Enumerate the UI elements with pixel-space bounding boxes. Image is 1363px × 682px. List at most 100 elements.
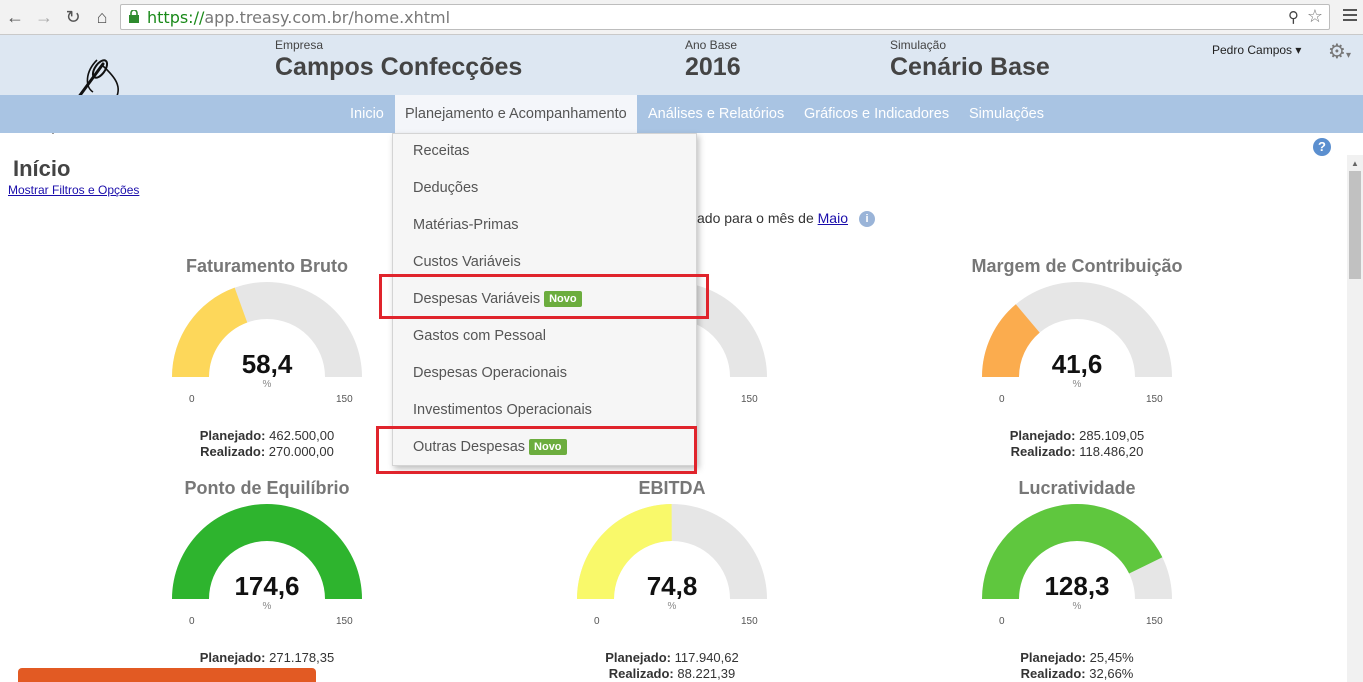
- gauge-max: 150: [1146, 394, 1163, 405]
- gauge-min: 0: [594, 616, 600, 627]
- month-link[interactable]: Maio: [818, 210, 848, 226]
- dropdown-item[interactable]: Gastos com Pessoal: [413, 328, 546, 344]
- url-path: app.treasy.com.br/home.xhtml: [204, 8, 451, 27]
- actual-label: Realizado:: [608, 666, 674, 681]
- gauge-value: 174,6: [234, 571, 300, 601]
- dropdown-item-label: Investimentos Operacionais: [413, 402, 592, 418]
- gauge-max: 150: [1146, 616, 1163, 627]
- gauge-unit: %: [1072, 601, 1082, 612]
- planned-value: 271.178,35: [269, 650, 335, 665]
- gauge-card[interactable]: Margem de Contribuição 41,6% 0 150 Planejado…: [947, 256, 1207, 459]
- planned-row: Planejado: 25,45%: [947, 650, 1207, 665]
- scroll-up-icon[interactable]: ▲: [1351, 159, 1359, 168]
- main-menu: Inicio Planejamento e Acompanhamento Aná…: [0, 95, 1363, 133]
- actual-label: Realizado:: [1020, 666, 1086, 681]
- reload-icon[interactable]: ↻: [63, 7, 83, 27]
- planned-value: 285.109,05: [1079, 428, 1145, 443]
- gear-icon[interactable]: ⚙▾: [1328, 39, 1351, 64]
- info-line: ado para o mês de Maio: [697, 210, 848, 226]
- planned-label: Planejado:: [1009, 428, 1076, 443]
- planned-row: Planejado: 462.500,00: [137, 428, 397, 443]
- user-name: Pedro Campos: [1212, 43, 1293, 57]
- gauge-title: Ponto de Equilíbrio: [184, 478, 350, 498]
- dropdown-item[interactable]: Custos Variáveis: [413, 254, 521, 270]
- gauge-value: 74,8: [646, 571, 698, 601]
- gauge-value: 41,6: [1051, 349, 1103, 379]
- lock-icon: [129, 10, 139, 23]
- forward-arrow-icon[interactable]: →: [34, 7, 54, 27]
- page-title: Início: [13, 156, 71, 181]
- dropdown-item[interactable]: Deduções: [413, 180, 478, 196]
- url-scheme: https://: [147, 8, 205, 27]
- planned-label: Planejado:: [1020, 650, 1087, 665]
- gauge-max: 150: [741, 616, 758, 627]
- app-header: Empresa Campos Confecções Ano Base 2016 …: [0, 35, 1363, 95]
- menu-planejamento[interactable]: Planejamento e Acompanhamento: [395, 95, 637, 133]
- dropdown-item-label: Receitas: [413, 143, 470, 159]
- highlight-box-despesas-variaveis: [379, 274, 709, 319]
- browser-toolbar: ← → ↻ ⌂ https://app.treasy.com.br/home.x…: [0, 0, 1363, 35]
- help-icon[interactable]: ?: [1313, 138, 1331, 156]
- gauge-card[interactable]: Lucratividade 128,3% 0 150 Planejado: 25,45%…: [947, 478, 1207, 681]
- home-icon[interactable]: ⌂: [92, 7, 112, 27]
- planned-value: 462.500,00: [269, 428, 335, 443]
- url-text: https://app.treasy.com.br/home.xhtml: [147, 8, 450, 27]
- key-icon[interactable]: ⚲: [1288, 8, 1299, 26]
- gauge-min: 0: [189, 394, 195, 405]
- menu-simulacoes[interactable]: Simulações: [959, 95, 1054, 133]
- actual-value: 32,66%: [1089, 666, 1134, 681]
- actual-row: Realizado: 118.486,20: [947, 444, 1207, 459]
- gauge-min: 0: [999, 616, 1005, 627]
- gauge-unit: %: [262, 601, 272, 612]
- gauge-title: Margem de Contribuição: [971, 256, 1183, 276]
- planned-label: Planejado:: [199, 428, 266, 443]
- actual-row: Realizado: 88.221,39: [542, 666, 802, 681]
- planned-row: Planejado: 285.109,05: [947, 428, 1207, 443]
- bookmark-star-icon[interactable]: ☆: [1307, 6, 1323, 27]
- simulation-label: Simulação: [890, 38, 947, 52]
- planned-value: 117.940,62: [674, 650, 739, 665]
- dropdown-item-label: Deduções: [413, 180, 479, 196]
- gauge-title: Lucratividade: [1018, 478, 1136, 498]
- dropdown-item[interactable]: Matérias-Primas: [413, 217, 519, 233]
- gauge-unit: %: [1072, 379, 1082, 390]
- menu-graficos[interactable]: Gráficos e Indicadores: [794, 95, 959, 133]
- highlight-box-outras-despesas: [376, 426, 697, 474]
- address-bar[interactable]: https://app.treasy.com.br/home.xhtml ⚲ ☆: [120, 4, 1330, 30]
- actual-value: 270.000,00: [268, 444, 334, 459]
- menu-analises[interactable]: Análises e Relatórios: [638, 95, 794, 133]
- year-label: Ano Base: [685, 38, 738, 52]
- actual-row: Realizado: 32,66%: [947, 666, 1207, 681]
- vertical-scrollbar[interactable]: ▲: [1347, 155, 1363, 682]
- gauge-card[interactable]: Faturamento Bruto 58,4% 0 150 Planejado: 462…: [137, 256, 397, 459]
- gauge-max: 150: [741, 394, 758, 405]
- user-menu[interactable]: Pedro Campos ▾: [1212, 43, 1301, 57]
- dropdown-item[interactable]: Despesas Operacionais: [413, 365, 567, 381]
- gauge-unit: %: [667, 601, 677, 612]
- back-arrow-icon[interactable]: ←: [5, 7, 25, 27]
- planned-value: 25,45%: [1089, 650, 1134, 665]
- browser-menu-icon[interactable]: [1343, 9, 1357, 24]
- base-year[interactable]: 2016: [685, 53, 741, 82]
- menu-inicio[interactable]: Inicio: [340, 95, 394, 133]
- gauge-max: 150: [336, 616, 353, 627]
- actual-value: 88.221,39: [677, 666, 736, 681]
- info-icon[interactable]: i: [859, 211, 875, 227]
- planned-row: Planejado: 271.178,35: [137, 650, 397, 665]
- simulation-name[interactable]: Cenário Base: [890, 53, 1050, 82]
- notification-tab[interactable]: [18, 668, 316, 682]
- show-filters-link[interactable]: Mostrar Filtros e Opções: [8, 183, 139, 197]
- gauge-card[interactable]: EBITDA 74,8% 0 150 Planejado: 117.940,62 Real…: [542, 478, 802, 681]
- planned-label: Planejado:: [199, 650, 266, 665]
- gauge-min: 0: [189, 616, 195, 627]
- planned-row: Planejado: 117.940,62: [542, 650, 802, 665]
- scroll-thumb[interactable]: [1349, 171, 1361, 279]
- actual-label: Realizado:: [200, 444, 266, 459]
- dropdown-item[interactable]: Investimentos Operacionais: [413, 402, 592, 418]
- company-name[interactable]: Campos Confecções: [275, 53, 522, 82]
- gauge-card[interactable]: Ponto de Equilíbrio 174,6% 0 150 Planejado: …: [137, 478, 397, 681]
- gauge-value: 128,3: [1044, 571, 1110, 601]
- dropdown-item[interactable]: Receitas: [413, 143, 469, 159]
- gauge-min: 0: [999, 394, 1005, 405]
- gauge-value: 58,4: [241, 349, 293, 379]
